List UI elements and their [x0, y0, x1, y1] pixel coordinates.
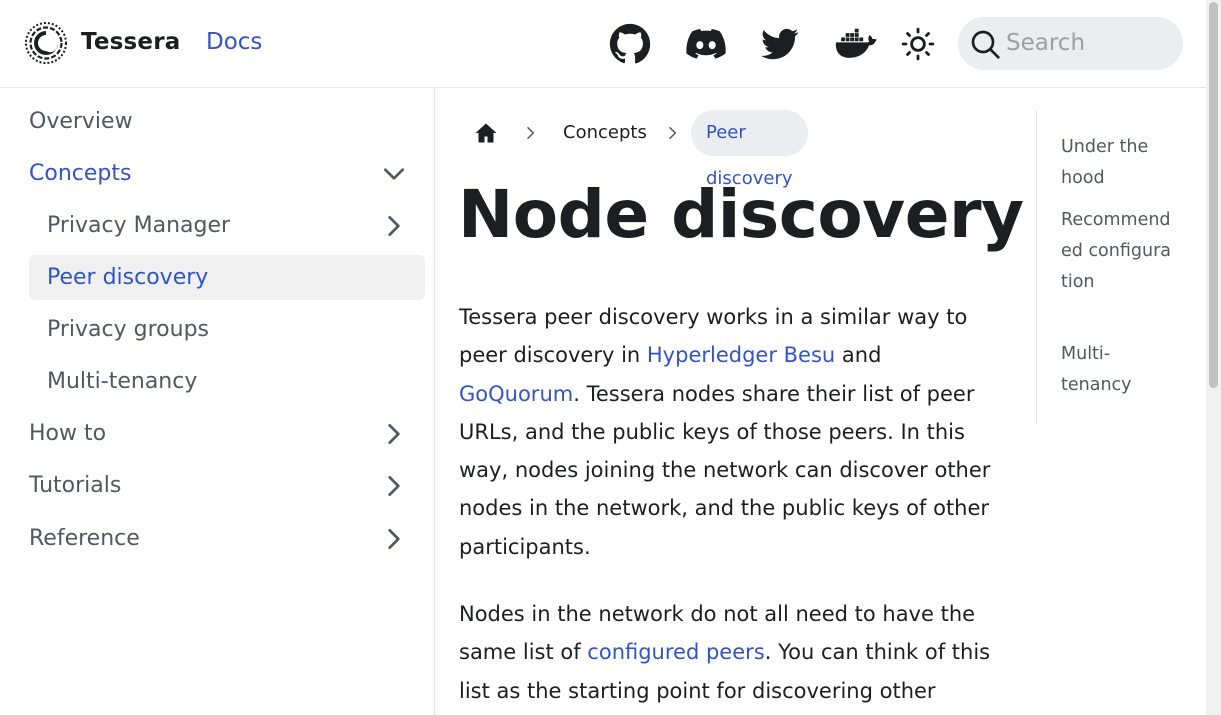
second-paragraph: Nodes in the network do not all need to … — [459, 595, 999, 710]
intro-paragraph: Tessera peer discovery works in a simila… — [459, 298, 999, 566]
sidebar-item-overview[interactable]: Overview — [29, 99, 425, 144]
chevron-right-icon[interactable] — [381, 421, 407, 447]
sidebar-item-label: Reference — [29, 526, 140, 551]
sun-icon[interactable] — [896, 22, 940, 66]
paragraph-text: . Tessera nodes share their list of peer… — [459, 381, 991, 559]
hyperledger-besu-link[interactable]: Hyperledger Besu — [647, 343, 835, 367]
toc-item-under-the-hood[interactable]: Under the hood — [1061, 132, 1176, 194]
sidebar-item-reference[interactable]: Reference — [29, 516, 425, 561]
brand-name[interactable]: Tessera — [81, 29, 180, 55]
docs-link[interactable]: Docs — [206, 29, 262, 55]
scrollbar-thumb[interactable] — [1209, 2, 1218, 388]
page-title: Node discovery — [458, 176, 1024, 253]
twitter-icon[interactable] — [758, 22, 802, 66]
sidebar-item-label: Multi-tenancy — [47, 369, 198, 394]
chevron-right-icon — [669, 127, 677, 139]
toc-item-multi-tenancy[interactable]: Multi-tenancy — [1061, 339, 1176, 401]
sidebar-item-multi-tenancy[interactable]: Multi-tenancy — [29, 359, 425, 404]
chevron-right-icon[interactable] — [381, 213, 407, 239]
table-of-contents: Under the hood Recommended configuration… — [1036, 110, 1196, 424]
goquorum-link[interactable]: GoQuorum — [459, 382, 573, 406]
breadcrumb-concepts[interactable]: Concepts — [563, 110, 647, 156]
sidebar-item-label: Privacy Manager — [47, 213, 231, 238]
sidebar-item-label: Overview — [29, 109, 133, 134]
sidebar-item-privacy-manager[interactable]: Privacy Manager — [29, 203, 425, 248]
discord-icon[interactable] — [684, 22, 728, 66]
chevron-right-icon — [527, 127, 535, 139]
sidebar-item-peer-discovery[interactable]: Peer discovery — [29, 255, 425, 300]
paragraph-text: and — [835, 343, 882, 368]
github-icon[interactable] — [608, 22, 652, 66]
sidebar-item-tutorials[interactable]: Tutorials — [29, 463, 425, 508]
home-icon[interactable] — [474, 121, 498, 145]
sidebar-item-label: Concepts — [29, 161, 132, 186]
search-input[interactable] — [1006, 27, 1171, 59]
configured-peers-link[interactable]: configured peers — [587, 640, 764, 664]
search-icon — [971, 30, 1000, 59]
sidebar-item-how-to[interactable]: How to — [29, 411, 425, 456]
sidebar-item-label: Privacy groups — [47, 317, 210, 342]
top-navbar: Tessera Docs — [0, 0, 1206, 88]
sidebar: Overview Concepts Privacy Manager Peer d… — [0, 88, 435, 715]
sidebar-item-concepts[interactable]: Concepts — [29, 151, 425, 196]
page-scrollbar[interactable] — [1206, 0, 1221, 715]
sidebar-item-privacy-groups[interactable]: Privacy groups — [29, 307, 425, 352]
search-box[interactable] — [958, 17, 1183, 70]
sidebar-item-label: Peer discovery — [47, 265, 209, 290]
chevron-right-icon[interactable] — [381, 473, 407, 499]
breadcrumb-peer-discovery: Peer discovery — [691, 110, 808, 189]
toc-item-recommended-configuration[interactable]: Recommended configuration — [1061, 205, 1176, 297]
chevron-right-icon[interactable] — [381, 526, 407, 552]
docker-icon[interactable] — [834, 22, 878, 66]
tessera-logo-icon[interactable] — [24, 21, 68, 65]
sidebar-item-label: Tutorials — [29, 473, 122, 498]
chevron-down-icon[interactable] — [381, 161, 407, 187]
sidebar-item-label: How to — [29, 421, 107, 446]
